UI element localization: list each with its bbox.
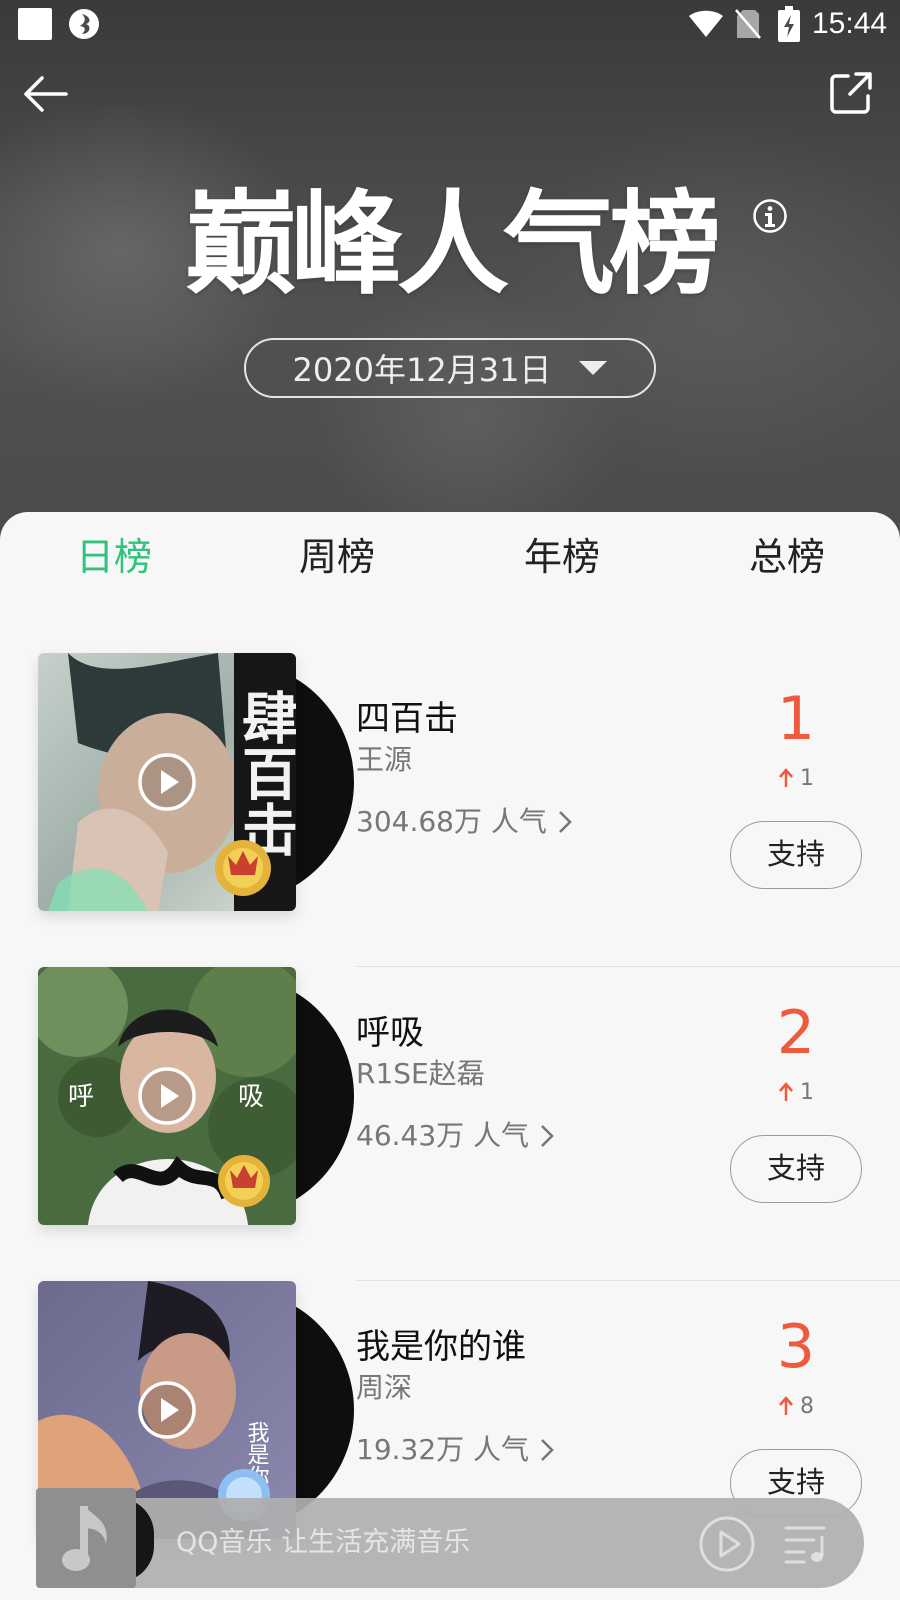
rank-change-value: 1 — [800, 765, 814, 791]
date-selector-label: 2020年12月31日 — [292, 351, 552, 389]
song-title[interactable]: 四百击 — [356, 697, 458, 741]
support-button[interactable]: 支持 — [730, 1135, 862, 1203]
rank-change: 1 — [746, 1077, 846, 1107]
cover-text-1: 肆百击 — [233, 689, 297, 857]
song-row-1[interactable]: 肆百击 四百击 王源 304.68万 人气 1 1 支持 — [0, 653, 900, 967]
song-artist[interactable]: 王源 — [356, 741, 412, 779]
arrow-left-icon[interactable] — [20, 70, 70, 120]
popularity-value: 46.43万 人气 — [356, 1119, 530, 1152]
chevron-right-icon — [541, 1125, 554, 1147]
play-circle-icon[interactable] — [137, 752, 197, 812]
period-tabs: 日榜 周榜 年榜 总榜 — [0, 512, 900, 602]
popularity-value: 304.68万 人气 — [356, 805, 547, 838]
play-circle-icon[interactable] — [137, 1066, 197, 1126]
popularity-link[interactable]: 46.43万 人气 — [356, 1117, 555, 1155]
chart-title: 巅峰人气榜 — [185, 180, 721, 310]
chevron-right-icon — [558, 811, 572, 833]
support-button[interactable]: 支持 — [730, 821, 862, 889]
tab-weekly[interactable]: 周榜 — [277, 532, 397, 582]
album-cover[interactable]: 肆百击 — [38, 653, 296, 911]
date-selector[interactable]: 2020年12月31日 — [244, 338, 656, 398]
music-note-icon — [36, 1488, 136, 1588]
rank-number: 2 — [776, 998, 816, 1068]
song-artist[interactable]: R1SE赵磊 — [356, 1055, 485, 1093]
rank-change-value: 1 — [800, 1079, 814, 1105]
play-circle-icon[interactable] — [698, 1515, 756, 1573]
wifi-icon — [689, 10, 723, 37]
chart-header-background: 15:44 巅峰人气榜 2020年12月31日 — [0, 0, 900, 560]
rank-change: 1 — [746, 763, 846, 793]
tab-daily[interactable]: 日榜 — [54, 532, 174, 582]
popularity-link[interactable]: 19.32万 人气 — [356, 1431, 555, 1469]
status-bar: 15:44 — [0, 0, 900, 48]
arrow-up-icon — [779, 1396, 793, 1415]
cover-text-2-left: 呼 — [68, 1082, 94, 1112]
mini-player-cover[interactable] — [36, 1488, 136, 1588]
status-time: 15:44 — [812, 7, 888, 40]
popularity-link[interactable]: 304.68万 人气 — [356, 803, 573, 841]
album-cover-group[interactable]: 肆百击 — [38, 653, 354, 911]
qq-music-app-icon — [69, 9, 99, 39]
play-circle-icon[interactable] — [137, 1380, 197, 1440]
album-cover-group[interactable]: 呼 吸 — [38, 967, 354, 1225]
playlist-icon[interactable] — [784, 1522, 830, 1566]
notification-square-icon — [18, 8, 52, 40]
cover-text-2-right: 吸 — [238, 1082, 264, 1112]
tab-yearly[interactable]: 年榜 — [502, 532, 622, 582]
caret-down-icon — [579, 361, 608, 375]
rank-number: 3 — [776, 1312, 816, 1382]
song-artist[interactable]: 周深 — [356, 1369, 412, 1407]
battery-charging-icon — [778, 6, 800, 42]
chevron-right-icon — [541, 1439, 554, 1461]
rank-change-value: 8 — [800, 1393, 814, 1419]
tab-overall[interactable]: 总榜 — [727, 532, 847, 582]
album-cover[interactable]: 呼 吸 — [38, 967, 296, 1225]
rank-number: 1 — [776, 684, 816, 754]
no-sim-icon — [735, 9, 761, 39]
chart-list-panel: 日榜 周榜 年榜 总榜 肆百击 四百击 王源 304.68万 人气 1 1 支持… — [0, 512, 900, 1600]
song-title[interactable]: 我是你的谁 — [356, 1325, 526, 1369]
arrow-up-icon — [779, 768, 793, 787]
arrow-up-icon — [779, 1082, 793, 1101]
mini-player-text: QQ音乐 让生活充满音乐 — [176, 1527, 471, 1558]
song-row-2[interactable]: 呼 吸 呼吸 R1SE赵磊 46.43万 人气 2 1 支持 — [0, 967, 900, 1281]
info-circle-icon[interactable] — [752, 198, 788, 234]
popularity-value: 19.32万 人气 — [356, 1433, 530, 1466]
song-title[interactable]: 呼吸 — [356, 1011, 424, 1055]
share-external-icon[interactable] — [828, 70, 874, 116]
rank-change: 8 — [746, 1391, 846, 1421]
